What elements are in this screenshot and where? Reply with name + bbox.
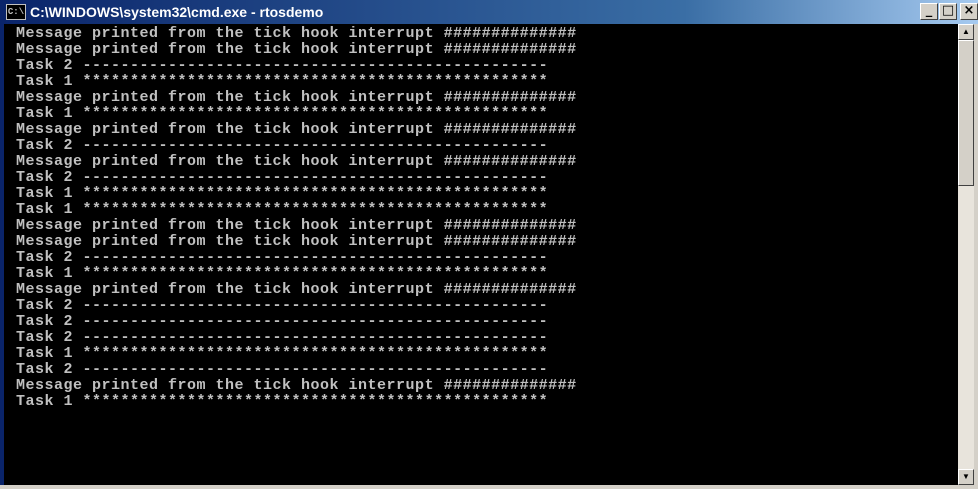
console-app-icon[interactable]: C:\: [6, 4, 26, 20]
close-button[interactable]: ×: [960, 3, 978, 20]
console-line: Task 2 ---------------------------------…: [16, 329, 549, 346]
window-frame-bottom: [0, 485, 978, 489]
console-line: Message printed from the tick hook inter…: [16, 25, 577, 42]
console-line: Task 1 *********************************…: [16, 265, 549, 282]
console-line: Message printed from the tick hook inter…: [16, 89, 577, 106]
console-line: Message printed from the tick hook inter…: [16, 41, 577, 58]
maximize-button[interactable]: □: [939, 3, 957, 20]
scroll-down-button[interactable]: ▼: [958, 469, 974, 485]
console-line: Message printed from the tick hook inter…: [16, 233, 577, 250]
console-line: Task 1 *********************************…: [16, 185, 549, 202]
console-line: Message printed from the tick hook inter…: [16, 377, 577, 394]
console-line: Message printed from the tick hook inter…: [16, 281, 577, 298]
minimize-button[interactable]: _: [920, 3, 938, 20]
console-line: Task 2 ---------------------------------…: [16, 57, 549, 74]
console-line: Task 1 *********************************…: [16, 105, 549, 122]
console-line: Task 1 *********************************…: [16, 393, 549, 410]
console-line: Task 2 ---------------------------------…: [16, 137, 549, 154]
console-line: Task 2 ---------------------------------…: [16, 313, 549, 330]
console-line: Task 2 ---------------------------------…: [16, 361, 549, 378]
console-line: Task 2 ---------------------------------…: [16, 297, 549, 314]
vertical-scrollbar[interactable]: ▲ ▼: [958, 24, 974, 485]
console-line: Task 1 *********************************…: [16, 345, 549, 362]
console-line: Task 2 ---------------------------------…: [16, 249, 549, 266]
console-line: Task 2 ---------------------------------…: [16, 169, 549, 186]
window-frame-right: [974, 24, 978, 485]
scroll-up-button[interactable]: ▲: [958, 24, 974, 40]
console-line: Message printed from the tick hook inter…: [16, 121, 577, 138]
console-line: Task 1 *********************************…: [16, 73, 549, 90]
title-bar[interactable]: C:\ C:\WINDOWS\system32\cmd.exe - rtosde…: [0, 0, 978, 24]
window-title: C:\WINDOWS\system32\cmd.exe - rtosdemo: [30, 4, 324, 20]
console-line: Message printed from the tick hook inter…: [16, 217, 577, 234]
scroll-thumb[interactable]: [958, 40, 974, 186]
console-line: Message printed from the tick hook inter…: [16, 153, 577, 170]
console-line: Task 1 *********************************…: [16, 201, 549, 218]
console-output[interactable]: Message printed from the tick hook inter…: [4, 24, 958, 485]
cmd-window: C:\ C:\WINDOWS\system32\cmd.exe - rtosde…: [0, 0, 978, 489]
